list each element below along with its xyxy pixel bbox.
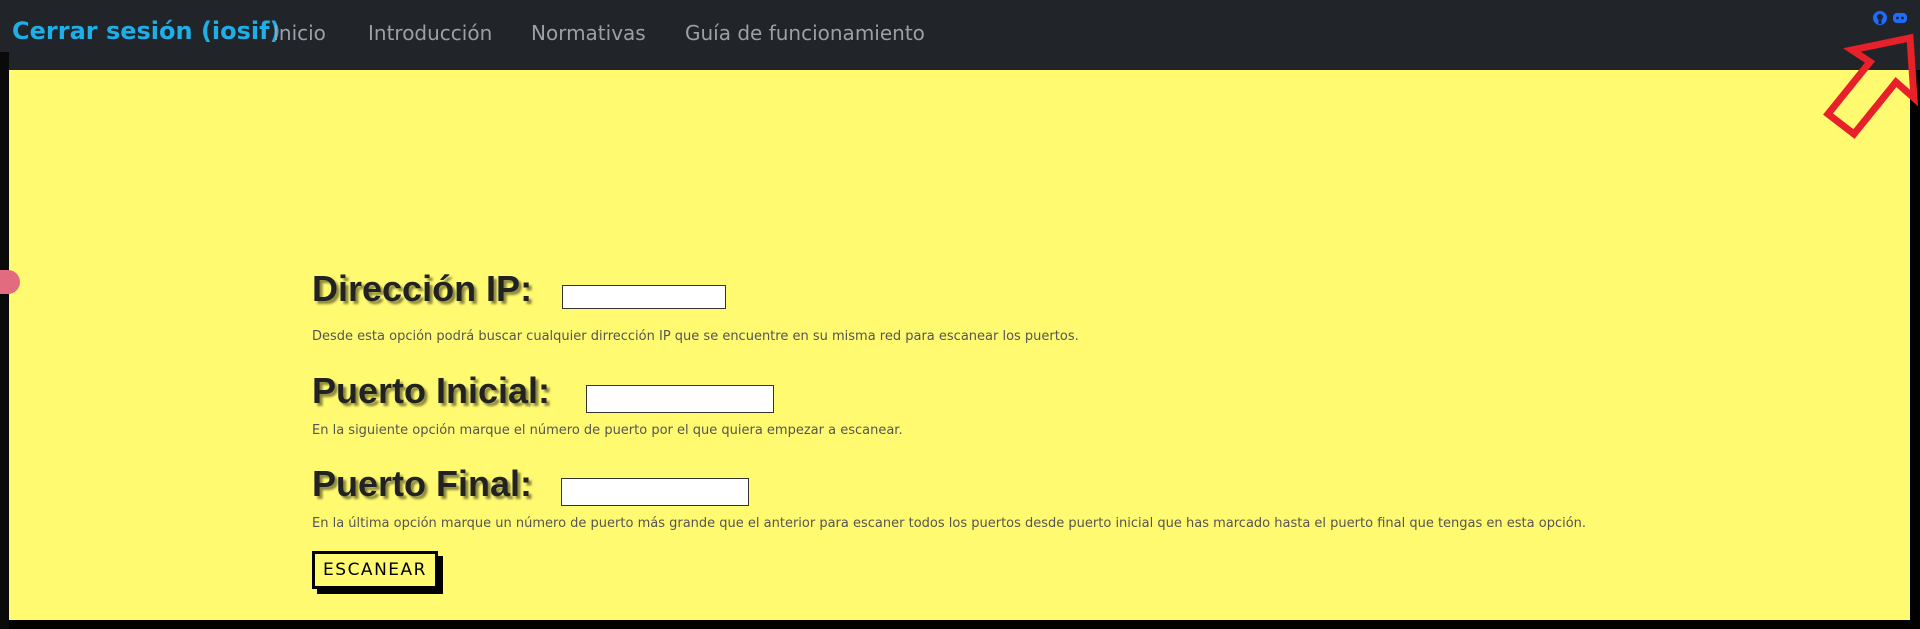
end-port-input[interactable] xyxy=(561,478,749,506)
nav-link-introduccion[interactable]: Introducción xyxy=(368,21,492,45)
nav-link-inicio[interactable]: Inicio xyxy=(273,21,326,45)
ip-description: Desde esta opción podrá buscar cualquier… xyxy=(312,329,1079,344)
github-icon[interactable] xyxy=(1872,10,1888,26)
top-navbar: Cerrar sesión (iosif) Inicio Introducció… xyxy=(0,0,1920,70)
end-port-description: En la última opción marque un número de … xyxy=(312,516,1587,531)
ip-input[interactable] xyxy=(562,285,726,309)
start-port-label: Puerto Inicial: xyxy=(312,370,551,411)
discord-icon[interactable] xyxy=(1892,10,1908,26)
brand-logout-link[interactable]: Cerrar sesión (iosif) xyxy=(12,17,281,45)
nav-link-normativas[interactable]: Normativas xyxy=(531,21,646,45)
start-port-description: En la siguiente opción marque el número … xyxy=(312,423,903,438)
ip-label: Dirección IP: xyxy=(312,268,533,309)
content-area xyxy=(8,70,1910,620)
social-links xyxy=(1872,10,1908,26)
annotation-arrow-icon xyxy=(1823,33,1919,139)
scan-button[interactable]: ESCANEAR xyxy=(312,551,438,589)
start-port-input[interactable] xyxy=(586,385,774,413)
end-port-label: Puerto Final: xyxy=(312,463,533,504)
nav-link-guia[interactable]: Guía de funcionamiento xyxy=(685,21,925,45)
left-border xyxy=(0,52,9,629)
